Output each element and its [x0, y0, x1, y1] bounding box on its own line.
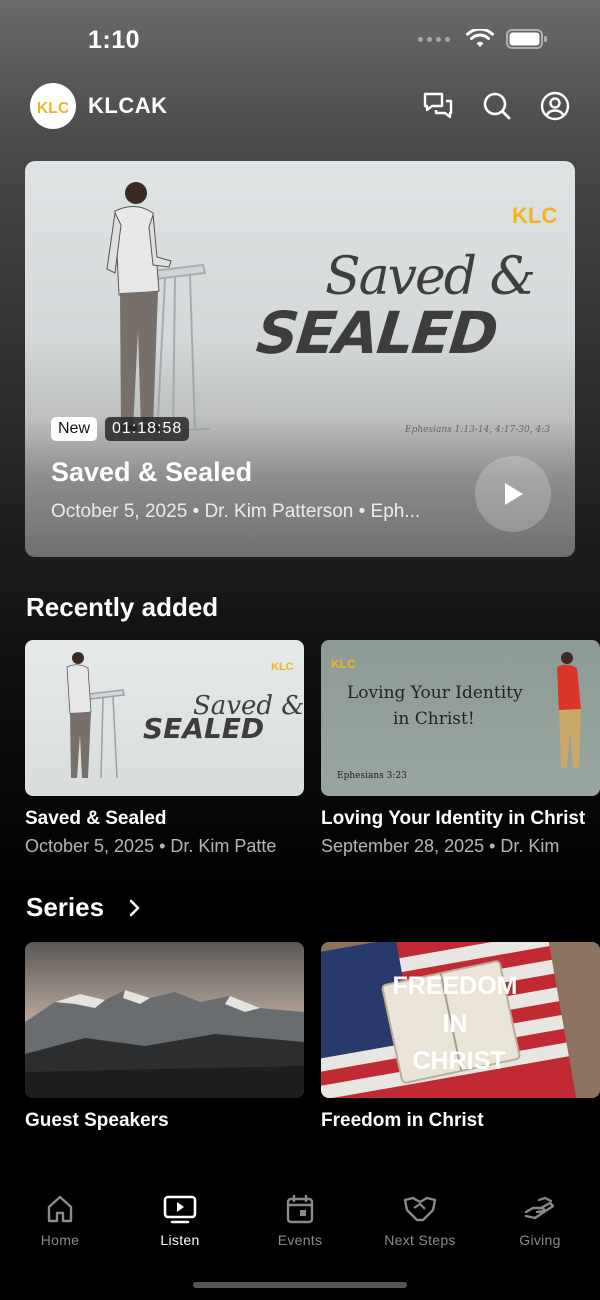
series-title: Guest Speakers — [25, 1110, 169, 1131]
series-title: Freedom in Christ — [321, 1110, 484, 1131]
recent-title: Saved & Sealed — [25, 808, 167, 829]
profile-icon[interactable] — [540, 91, 570, 121]
play-icon — [505, 483, 523, 505]
duration-badge: 01:18:58 — [105, 417, 190, 441]
new-badge: New — [51, 417, 98, 441]
giving-icon — [524, 1196, 555, 1220]
recent-art-ref: Ephesians 3:23 — [337, 771, 407, 781]
artwork-title-bold: SEALED — [253, 299, 500, 367]
recent-item-saved-sealed[interactable]: Saved & SEALED KLC Saved & Sealed Octobe… — [25, 640, 304, 857]
status-bar: 1:10 — [0, 0, 600, 80]
speaker-figure — [106, 182, 172, 431]
app-name: KLCAK — [88, 93, 168, 118]
nav-label-home: Home — [40, 1232, 80, 1248]
series-thumbnail: FREEDOM IN CHRIST — [321, 942, 600, 1098]
series-art-line1: FREEDOM — [393, 972, 518, 1000]
recent-meta: September 28, 2025 • Dr. Kim — [321, 836, 560, 856]
nav-label-giving: Giving — [519, 1232, 561, 1248]
series-heading: Series — [26, 892, 105, 922]
svg-text:KLC: KLC — [331, 657, 356, 671]
hero-title: Saved & Sealed — [51, 457, 253, 487]
home-indicator — [193, 1282, 407, 1288]
recent-title: Loving Your Identity in Christ — [321, 808, 586, 829]
search-icon[interactable] — [482, 91, 512, 121]
calendar-icon — [286, 1194, 314, 1224]
flag-bible-artwork: FREEDOM IN CHRIST — [321, 942, 600, 1098]
recent-thumbnail: Saved & SEALED KLC — [25, 640, 304, 796]
wifi-icon — [466, 29, 494, 47]
status-icons — [418, 28, 548, 50]
hero-badges: New 01:18:58 — [51, 417, 190, 441]
artwork-scripture-reference: Ephesians 1:13-14, 4:17-30, 4:3 — [405, 425, 550, 435]
church-logo[interactable]: KLC — [30, 83, 76, 129]
svg-text:KLC: KLC — [512, 203, 557, 228]
nav-giving[interactable]: Giving — [480, 1180, 600, 1300]
series-thumbnail — [25, 942, 304, 1098]
recent-art-line2: in Christ! — [393, 709, 475, 729]
chevron-right-icon — [129, 899, 140, 916]
hero-meta: October 5, 2025 • Dr. Kim Patterson • Ep… — [51, 501, 421, 522]
signal-icon — [418, 36, 450, 42]
series-item-guest-speakers[interactable]: Guest Speakers — [25, 942, 304, 1132]
nav-label-listen: Listen — [160, 1232, 200, 1248]
recent-art-line1: Loving Your Identity — [347, 683, 523, 703]
featured-sermon-card[interactable]: KLC Saved & SEALED Ephesians 1:13-14, 4:… — [25, 161, 575, 557]
nav-label-next-steps: Next Steps — [384, 1232, 456, 1248]
mountain-artwork — [25, 990, 304, 1098]
series-header[interactable]: Series — [26, 892, 142, 923]
recent-artwork: Saved & SEALED KLC — [66, 652, 304, 779]
play-button[interactable] — [475, 456, 551, 532]
series-art-line2: IN — [443, 1010, 468, 1038]
recent-art-bold: SEALED — [143, 712, 264, 745]
battery-icon — [506, 29, 547, 49]
recent-thumbnail: KLC Loving Your Identity in Christ! Ephe… — [321, 640, 600, 796]
nav-label-events: Events — [277, 1232, 323, 1248]
nav-home[interactable]: Home — [0, 1180, 120, 1300]
series-art-line3: CHRIST — [412, 1047, 505, 1075]
header-actions — [422, 91, 570, 121]
recently-added-heading: Recently added — [26, 592, 219, 622]
svg-text:KLC: KLC — [271, 661, 294, 673]
artwork-title-script: Saved & — [325, 247, 536, 307]
home-icon — [47, 1195, 73, 1223]
series-item-freedom-in-christ[interactable]: FREEDOM IN CHRIST Freedom in Christ — [321, 942, 600, 1132]
status-time: 1:10 — [88, 26, 141, 54]
listen-icon — [163, 1195, 197, 1224]
chat-icon[interactable] — [422, 91, 454, 121]
logo-text: KLC — [38, 100, 68, 117]
recent-item-loving-identity[interactable]: KLC Loving Your Identity in Christ! Ephe… — [321, 640, 600, 857]
top-header: KLC KLCAK — [30, 82, 570, 130]
recent-artwork: KLC Loving Your Identity in Christ! Ephe… — [331, 652, 581, 781]
handshake-icon — [403, 1196, 437, 1222]
recent-meta: October 5, 2025 • Dr. Kim Patte — [25, 836, 277, 856]
